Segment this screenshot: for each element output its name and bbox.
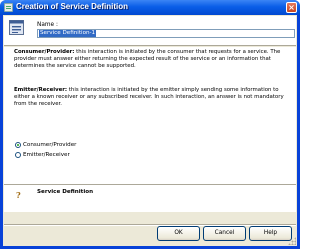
close-button[interactable]: × (286, 2, 297, 13)
consumer-provider-heading: Consumer/Provider: (14, 49, 75, 55)
window-title: Creation of Service Definition (16, 2, 129, 11)
header-panel: Name : Service Definition-1 (4, 16, 296, 46)
consumer-provider-radio[interactable] (15, 142, 21, 148)
name-label: Name : (37, 22, 58, 28)
title-bar[interactable]: Creation of Service Definition × (0, 0, 300, 15)
emitter-receiver-heading: Emitter/Receiver: (14, 87, 68, 93)
help-section-title: Service Definition (37, 189, 94, 195)
button-bar-divider (4, 224, 296, 225)
help-icon: ? (16, 190, 21, 200)
section-divider (4, 184, 296, 185)
name-input[interactable]: Service Definition-1 (37, 29, 295, 38)
consumer-provider-radio-label[interactable]: Consumer/Provider (23, 142, 76, 148)
emitter-receiver-description: Emitter/Receiver: this interaction is in… (14, 87, 292, 108)
window-icon (4, 3, 13, 12)
ok-button[interactable]: OK (157, 226, 200, 241)
dialog-window: Creation of Service Definition × Name : … (0, 0, 300, 249)
dialog-body: Name : Service Definition-1 Consumer/Pro… (3, 15, 297, 246)
service-definition-icon (9, 20, 24, 35)
consumer-provider-description: Consumer/Provider: this interaction is i… (14, 49, 292, 70)
emitter-receiver-radio-label[interactable]: Emitter/Receiver (23, 152, 70, 158)
name-input-value: Service Definition-1 (39, 30, 97, 37)
main-panel: Consumer/Provider: this interaction is i… (4, 47, 296, 212)
help-button[interactable]: Help (249, 226, 292, 241)
cancel-button[interactable]: Cancel (203, 226, 246, 241)
consumer-provider-option[interactable]: Consumer/Provider (15, 141, 76, 149)
emitter-receiver-option[interactable]: Emitter/Receiver (15, 151, 70, 159)
emitter-receiver-radio[interactable] (15, 152, 21, 158)
